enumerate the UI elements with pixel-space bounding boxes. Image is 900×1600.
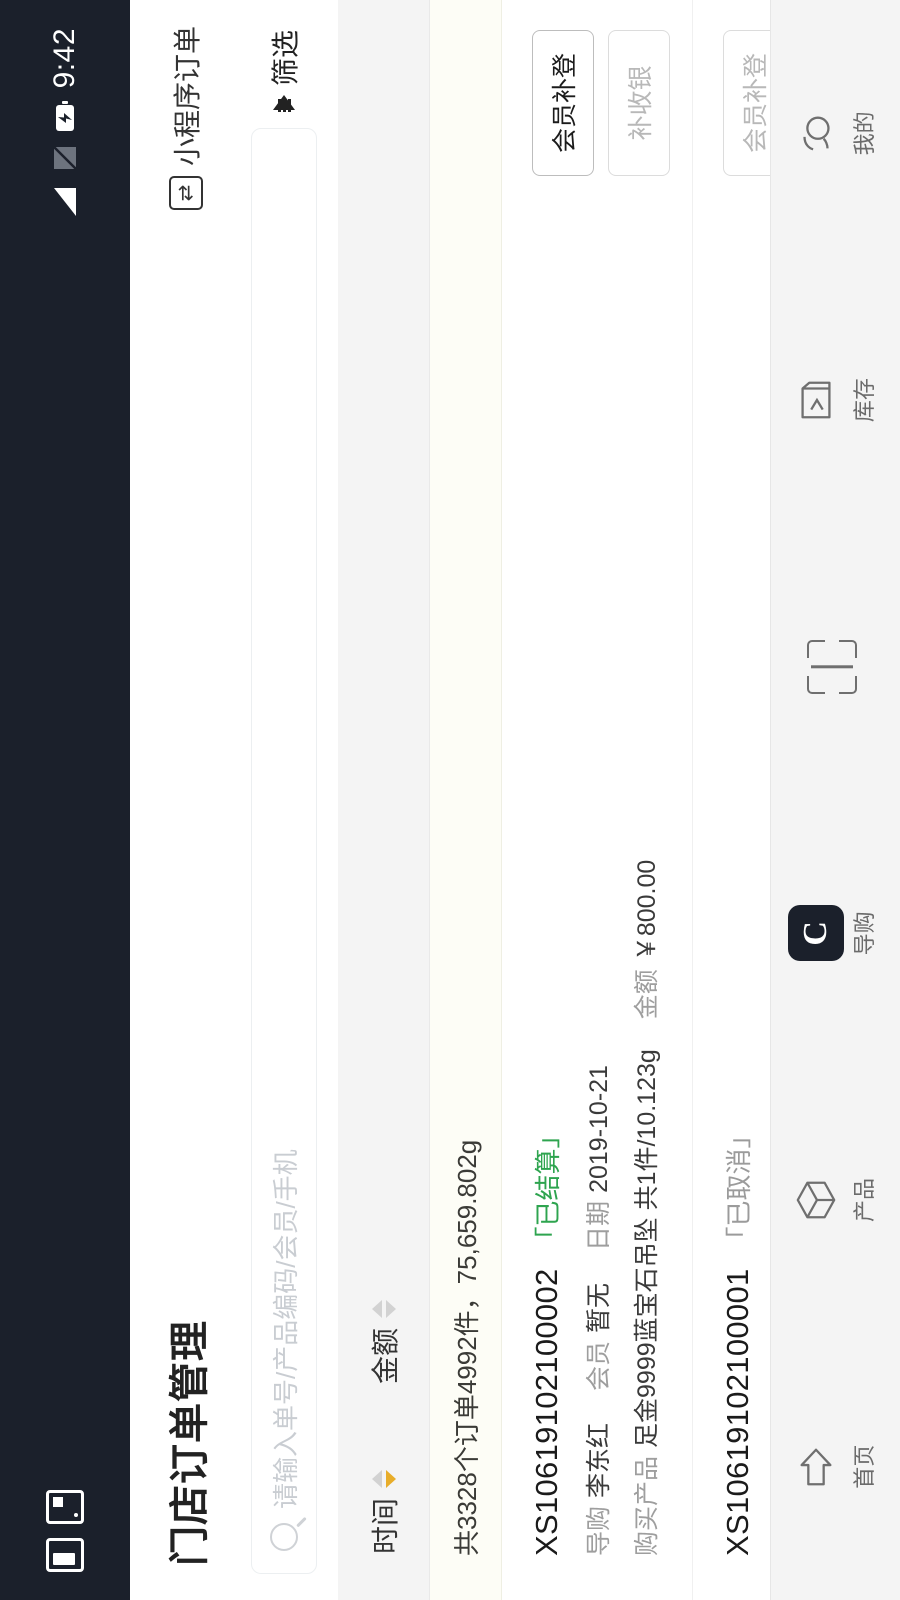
mini-program-orders-label: 小程序订单 xyxy=(172,26,203,167)
nav-item-products[interactable]: 产品 xyxy=(793,1125,879,1275)
cashier-supplement-button[interactable]: 补收银 xyxy=(608,30,670,177)
nav-item-inventory-label: 库存 xyxy=(851,378,877,423)
search-placeholder: 请输入单号/产品编码/会员/手机 xyxy=(270,1149,301,1509)
guide-value: 李东红 xyxy=(585,1422,613,1498)
user-icon xyxy=(793,110,839,156)
nav-item-products-label: 产品 xyxy=(851,1178,877,1223)
table-row[interactable]: XS10619102100001 「已取消」 导购 李东红 会员 暂无 日期 2… xyxy=(693,0,770,1600)
member-supplement-button[interactable]: 会员补登 xyxy=(532,30,594,177)
search-input[interactable]: 请输入单号/产品编码/会员/手机 xyxy=(251,128,317,1574)
order-details: XS10619102100002 「已结算」 导购 李东红 会员 暂无 日期 2… xyxy=(528,194,663,1556)
sort-tabs: 时间 金额 xyxy=(338,0,430,1600)
filter-button[interactable]: 筛选 xyxy=(264,26,304,111)
filter-label: 筛选 xyxy=(270,30,301,87)
status-badge: 「已取消」 xyxy=(724,1122,754,1253)
mini-program-orders-button[interactable]: ⇄ 小程序订单 xyxy=(166,26,206,211)
order-details: XS10619102100001 「已取消」 导购 李东红 会员 暂无 日期 2… xyxy=(719,194,770,1556)
c-logo-icon: C xyxy=(787,905,844,962)
order-number: XS10619102100001 xyxy=(720,1268,755,1556)
sort-tab-amount-label: 金额 xyxy=(369,1327,401,1384)
inventory-box-icon xyxy=(793,377,839,423)
search-row: 请输入单号/产品编码/会员/手机 筛选 xyxy=(242,0,338,1600)
home-icon xyxy=(793,1444,839,1490)
nav-item-guide-label: 导购 xyxy=(851,911,877,956)
order-list[interactable]: XS10619102100002 「已结算」 导购 李东红 会员 暂无 日期 2… xyxy=(502,0,770,1600)
amount-label: 金额 xyxy=(633,969,661,1020)
order-actions: 会员补登 补收银 xyxy=(528,30,670,177)
table-row[interactable]: XS10619102100002 「已结算」 导购 李东红 会员 暂无 日期 2… xyxy=(502,0,693,1600)
nav-item-guide[interactable]: C 导购 xyxy=(787,858,879,1008)
nav-item-mine-label: 我的 xyxy=(851,111,877,156)
status-bar-clock: 9:42 xyxy=(48,28,81,89)
nav-item-mine[interactable]: 我的 xyxy=(793,58,879,208)
bottom-navigation: 首页 产品 C 导购 库存 我的 xyxy=(770,0,900,1600)
order-number: XS10619102100002 xyxy=(529,1268,564,1556)
notification-icon-2 xyxy=(46,1490,84,1524)
guide-label: 导购 xyxy=(585,1505,613,1556)
summary-bar: 共3328个订单4992件，75,659.802g xyxy=(430,0,502,1600)
mini-program-icon: ⇄ xyxy=(169,176,203,211)
date-label: 日期 xyxy=(585,1200,613,1251)
funnel-icon xyxy=(273,95,295,111)
member-supplement-button[interactable]: 会员补登 xyxy=(723,30,770,177)
page-title: 门店订单管理 xyxy=(168,1320,212,1566)
scan-icon xyxy=(806,639,857,694)
sort-tab-time[interactable]: 时间 xyxy=(364,1430,404,1600)
phone-screen: 9:42 门店订单管理 ⇄ 小程序订单 请输入单号/产品编码/会员/手机 筛选 … xyxy=(0,0,900,1600)
notification-icon-1 xyxy=(46,1538,84,1572)
member-label: 会员 xyxy=(585,1340,613,1391)
status-bar-system: 9:42 xyxy=(48,28,82,218)
sort-arrows-icon xyxy=(371,1299,396,1318)
member-value: 暂无 xyxy=(585,1282,613,1333)
product-label: 购买产品 xyxy=(633,1455,661,1556)
wifi-icon xyxy=(51,144,79,172)
nav-item-scan[interactable] xyxy=(806,592,863,742)
product-value: 足金9999蓝宝石吊坠 共1件/10.123g xyxy=(633,1049,661,1448)
status-bar: 9:42 xyxy=(0,0,130,1600)
summary-text: 共3328个订单4992件，75,659.802g xyxy=(452,1139,482,1556)
nav-item-inventory[interactable]: 库存 xyxy=(793,325,879,475)
search-icon xyxy=(270,1523,298,1551)
amount-value: ￥800.00 xyxy=(633,859,661,962)
nav-item-home[interactable]: 首页 xyxy=(793,1392,879,1542)
status-badge: 「已结算」 xyxy=(533,1122,563,1253)
nav-item-home-label: 首页 xyxy=(851,1444,877,1489)
date-value: 2019-10-21 xyxy=(585,1065,613,1193)
order-actions: 会员补登 补收银 xyxy=(719,30,770,177)
status-bar-notifications xyxy=(46,1490,84,1572)
cube-icon xyxy=(793,1177,839,1223)
app-header: 门店订单管理 ⇄ 小程序订单 xyxy=(130,0,242,1600)
sort-tab-time-label: 时间 xyxy=(369,1497,401,1554)
signal-icon xyxy=(50,184,80,218)
battery-charging-icon xyxy=(53,100,77,132)
sort-tab-amount[interactable]: 金额 xyxy=(364,1260,404,1430)
sort-arrows-icon xyxy=(371,1469,396,1488)
